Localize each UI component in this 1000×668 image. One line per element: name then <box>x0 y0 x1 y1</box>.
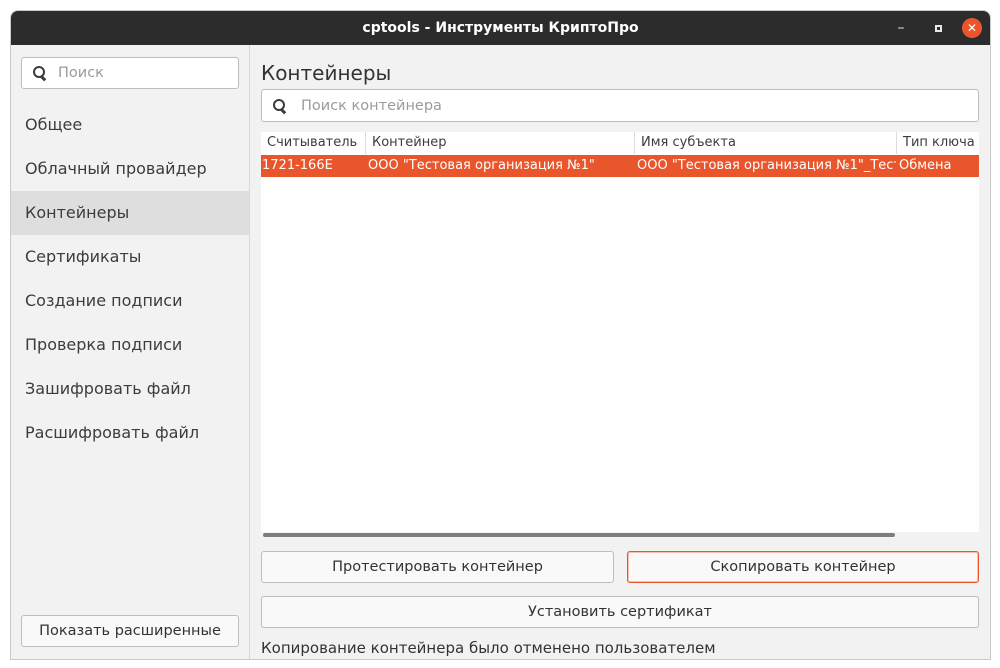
column-header-container[interactable]: Контейнер <box>365 132 634 154</box>
sidebar-item-verify-signature[interactable]: Проверка подписи <box>11 323 249 367</box>
maximize-button[interactable] <box>928 18 948 38</box>
container-search-input[interactable] <box>301 90 961 121</box>
scrollbar-thumb[interactable] <box>263 533 895 537</box>
cell-key-type: Обмена <box>899 158 952 173</box>
close-button[interactable]: ✕ <box>962 18 982 38</box>
minimize-button[interactable]: – <box>891 18 911 38</box>
maximize-icon <box>934 24 942 32</box>
container-search[interactable] <box>261 89 979 122</box>
sidebar-search[interactable] <box>21 57 239 89</box>
status-message: Копирование контейнера было отменено пол… <box>261 639 716 657</box>
window-title: cptools - Инструменты КриптоПро <box>362 20 639 36</box>
sidebar-item-decrypt-file[interactable]: Расшифровать файл <box>11 411 249 455</box>
install-certificate-button[interactable]: Установить сертификат <box>261 596 979 628</box>
table-row[interactable]: 1721-166E ООО "Тестовая организация №1" … <box>261 155 979 177</box>
search-icon <box>32 65 48 81</box>
minimize-icon: – <box>897 20 905 36</box>
main-panel: Контейнеры Считыватель Контейнер Имя суб… <box>250 45 990 659</box>
sidebar-item-create-signature[interactable]: Создание подписи <box>11 279 249 323</box>
horizontal-scrollbar[interactable] <box>261 532 979 542</box>
app-window: cptools - Инструменты КриптоПро – ✕ Обще… <box>10 10 991 660</box>
show-advanced-button[interactable]: Показать расширенные <box>21 615 239 647</box>
title-bar[interactable]: cptools - Инструменты КриптоПро – ✕ <box>11 11 990 45</box>
table-header: Считыватель Контейнер Имя субъекта Тип к… <box>261 132 979 154</box>
column-header-reader[interactable]: Считыватель <box>261 132 365 154</box>
sidebar-nav: Общее Облачный провайдер Контейнеры Серт… <box>11 103 249 455</box>
cell-container: ООО "Тестовая организация №1" <box>368 158 595 173</box>
close-icon: ✕ <box>966 21 978 35</box>
sidebar-item-cloud-provider[interactable]: Облачный провайдер <box>11 147 249 191</box>
sidebar-item-encrypt-file[interactable]: Зашифровать файл <box>11 367 249 411</box>
test-container-button[interactable]: Протестировать контейнер <box>261 551 614 583</box>
containers-table: Считыватель Контейнер Имя субъекта Тип к… <box>261 132 979 532</box>
search-icon <box>272 98 288 114</box>
page-title: Контейнеры <box>261 61 392 85</box>
copy-container-button[interactable]: Скопировать контейнер <box>627 551 979 583</box>
cell-reader: 1721-166E <box>262 158 333 173</box>
sidebar-item-containers[interactable]: Контейнеры <box>11 191 249 235</box>
sidebar-item-general[interactable]: Общее <box>11 103 249 147</box>
sidebar-search-input[interactable] <box>58 58 228 88</box>
sidebar: Общее Облачный провайдер Контейнеры Серт… <box>11 45 250 659</box>
cell-subject-name: ООО "Тестовая организация №1"_Тест_ <box>637 158 896 173</box>
column-header-subject-name[interactable]: Имя субъекта <box>634 132 896 154</box>
column-header-key-type[interactable]: Тип ключа <box>896 132 979 154</box>
sidebar-item-certificates[interactable]: Сертификаты <box>11 235 249 279</box>
